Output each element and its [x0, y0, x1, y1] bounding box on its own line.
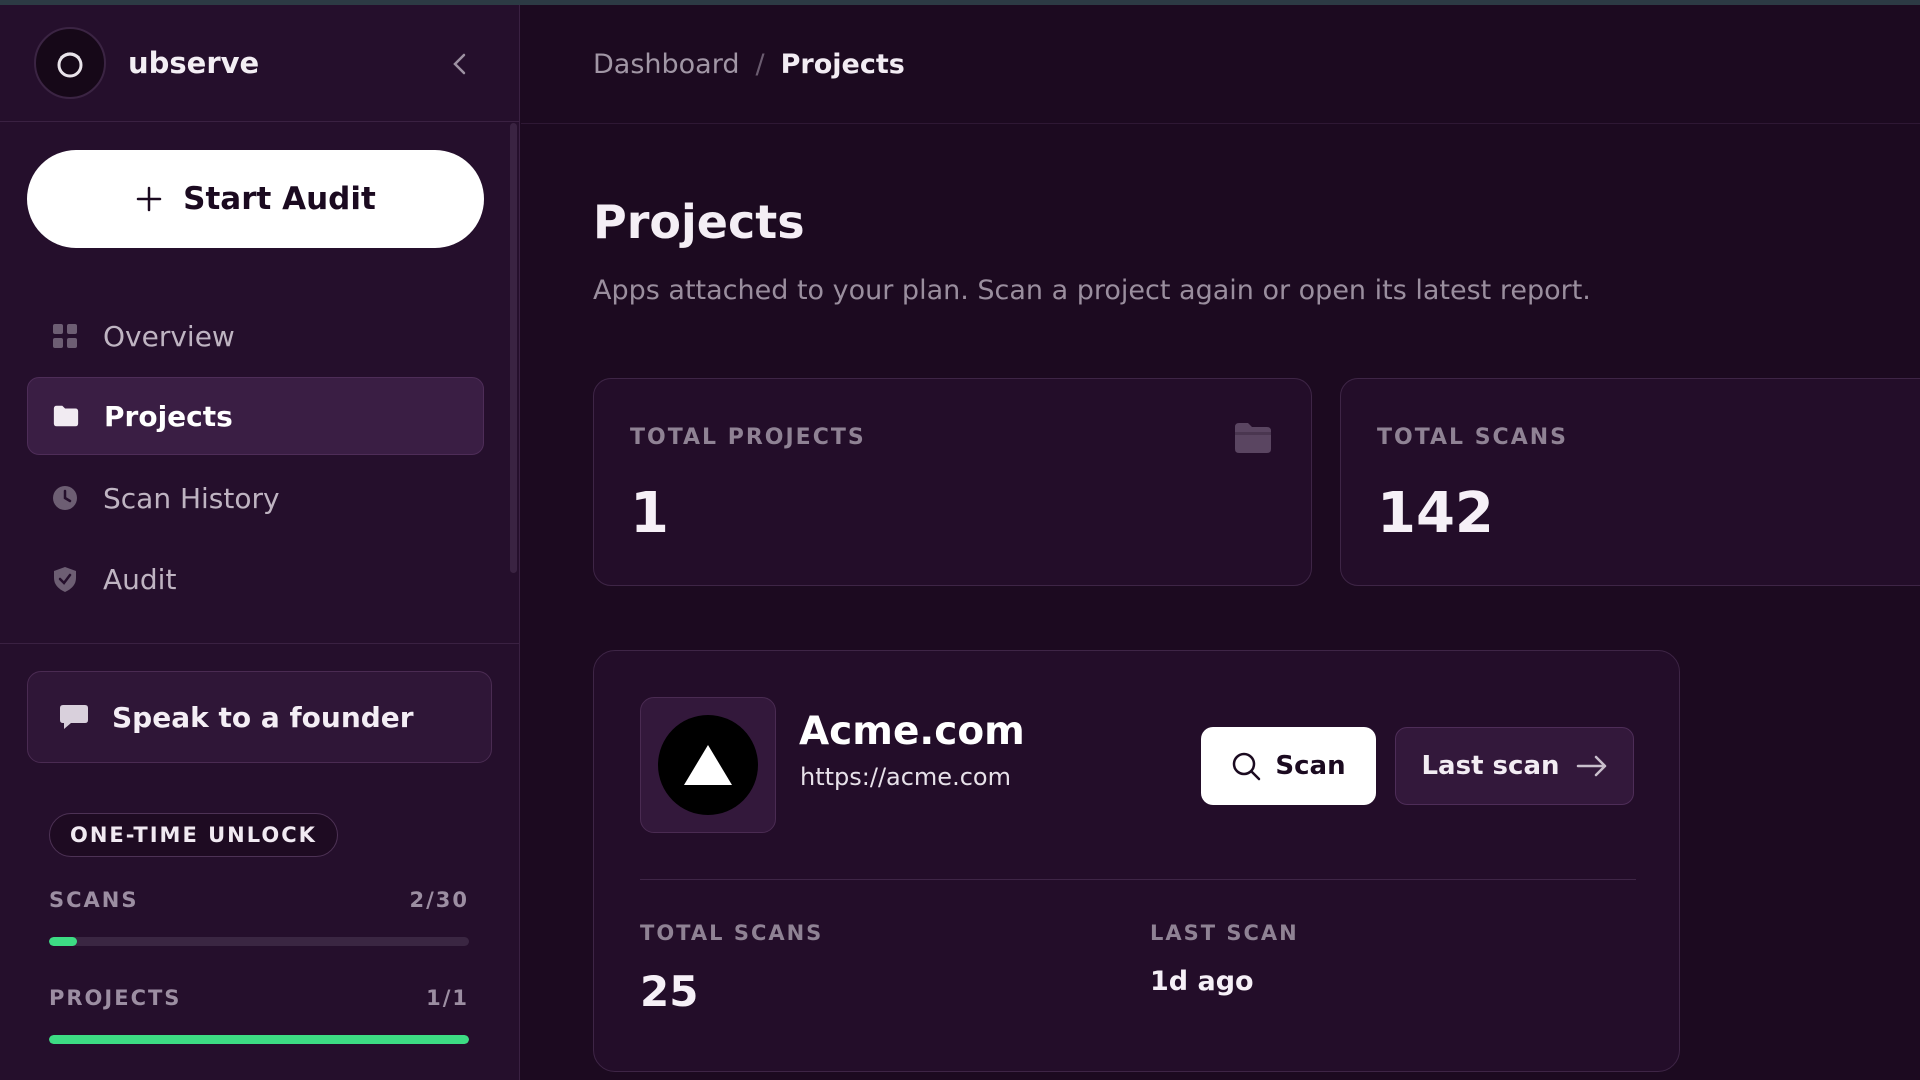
usage-scans-fill [49, 937, 77, 946]
project-url[interactable]: https://acme.com [800, 763, 1011, 791]
plan-badge-label: ONE-TIME UNLOCK [70, 823, 317, 847]
start-audit-label: Start Audit [183, 181, 376, 217]
usage-projects-fill [49, 1035, 469, 1044]
sidebar-item-scan-history[interactable]: Scan History [27, 459, 484, 537]
folder-icon [52, 402, 80, 430]
sidebar-item-label: Overview [103, 319, 235, 353]
triangle-logo-icon [658, 715, 758, 815]
sidebar-scrollbar[interactable] [510, 123, 517, 573]
usage-projects-progress [49, 1035, 469, 1044]
founder-label: Speak to a founder [112, 700, 414, 734]
project-last-scan-label: LAST SCAN [1150, 921, 1299, 945]
scan-button[interactable]: Scan [1201, 727, 1376, 805]
page-subtitle: Apps attached to your plan. Scan a proje… [593, 275, 1591, 306]
total-scans-value: 142 [1377, 481, 1494, 546]
grid-icon [51, 322, 79, 350]
usage-scans-progress [49, 937, 469, 946]
total-projects-card: TOTAL PROJECTS 1 [593, 378, 1312, 586]
total-projects-value: 1 [630, 481, 669, 546]
shield-icon [51, 565, 79, 593]
chat-bubble-icon [60, 705, 88, 729]
sidebar: ubserve Start Audit Overview Projects Sc… [0, 5, 520, 1080]
collapse-sidebar-icon[interactable] [447, 51, 473, 77]
total-scans-label: TOTAL SCANS [1377, 425, 1568, 450]
folder-icon [1233, 421, 1273, 459]
clock-icon [51, 484, 79, 512]
sidebar-item-label: Audit [103, 562, 177, 596]
sidebar-divider [0, 643, 520, 644]
breadcrumb-separator: / [755, 48, 765, 80]
sidebar-item-label: Projects [104, 399, 233, 433]
usage-projects-label: PROJECTS [49, 986, 182, 1010]
breadcrumb-current: Projects [780, 48, 905, 80]
project-logo-tile [640, 697, 776, 833]
project-total-scans-value: 25 [640, 967, 699, 1016]
usage-projects-count: 1/1 [426, 986, 469, 1010]
sidebar-item-label: Scan History [103, 481, 280, 515]
total-projects-label: TOTAL PROJECTS [630, 425, 866, 450]
breadcrumb: Dashboard / Projects [521, 5, 1920, 124]
project-card-divider [640, 879, 1636, 880]
page-title: Projects [593, 195, 805, 249]
brand-name: ubserve [128, 46, 260, 80]
scan-button-label: Scan [1275, 751, 1346, 781]
sidebar-item-projects[interactable]: Projects [27, 377, 484, 455]
arrow-right-icon [1576, 755, 1606, 777]
search-icon [1233, 752, 1261, 781]
project-total-scans-label: TOTAL SCANS [640, 921, 824, 945]
start-audit-button[interactable]: Start Audit [27, 150, 484, 248]
breadcrumb-dashboard-link[interactable]: Dashboard [593, 49, 739, 80]
usage-scans-label: SCANS [49, 888, 139, 912]
project-last-scan-value: 1d ago [1150, 966, 1254, 997]
last-scan-button[interactable]: Last scan [1395, 727, 1634, 805]
usage-scans-row: SCANS 2/30 [49, 888, 469, 912]
brand-logo-icon[interactable] [34, 27, 106, 99]
brand-row: ubserve [0, 5, 519, 122]
plus-icon [136, 186, 162, 212]
last-scan-button-label: Last scan [1421, 751, 1560, 781]
sidebar-item-audit[interactable]: Audit [27, 540, 484, 618]
sidebar-item-overview[interactable]: Overview [27, 297, 484, 375]
project-card: Acme.com https://acme.com Scan Last scan… [593, 650, 1680, 1072]
plan-badge: ONE-TIME UNLOCK [49, 813, 338, 857]
project-name: Acme.com [799, 709, 1025, 754]
total-scans-card: TOTAL SCANS 142 [1340, 378, 1920, 586]
usage-scans-count: 2/30 [409, 888, 469, 912]
usage-projects-row: PROJECTS 1/1 [49, 986, 469, 1010]
speak-to-founder-button[interactable]: Speak to a founder [27, 671, 492, 763]
